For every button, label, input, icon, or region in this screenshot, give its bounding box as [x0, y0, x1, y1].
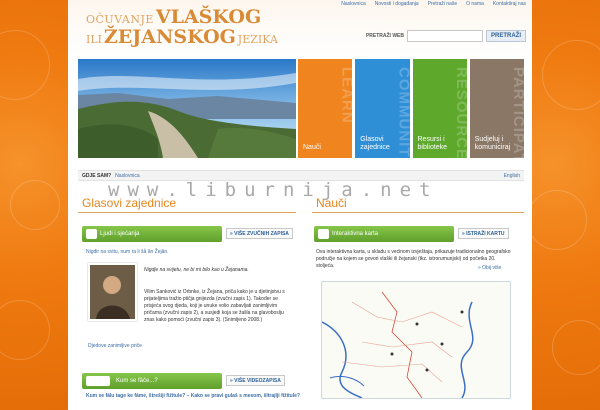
ornament: [10, 180, 60, 230]
portrait-image: [90, 265, 135, 319]
divider: [78, 212, 296, 213]
box-title: Interaktivna karta: [332, 231, 379, 237]
breadcrumb-label: GDJE SAM?: [82, 172, 112, 179]
site-logo-line1[interactable]: OČUVANJE VLAŠKOG: [86, 6, 261, 28]
box-title: Kum se fâče...?: [116, 378, 158, 384]
ornament: [0, 300, 50, 360]
section-tiles: LEARN Nauči COMMUNITY Glasovi zajednice …: [298, 59, 524, 158]
search-bar: PRETRAŽI WEB PRETRAŽI: [366, 30, 526, 42]
site-logo-line2[interactable]: ILI ŽEJANSKOG JEZIKA: [86, 26, 278, 48]
breadcrumb-home-link[interactable]: Naslovnica: [115, 173, 139, 179]
right-orange-background: [527, 0, 600, 410]
people-icon: [86, 229, 97, 239]
tile-label: Glasovi zajednice: [360, 136, 390, 151]
tile-label: Resursi i biblioteke: [417, 136, 448, 151]
quote-text: Nigdje na svijetu, ne bi mi bilo kao u Ž…: [144, 267, 249, 273]
tile-participate[interactable]: PARTICIPATE Sudjeluj i komuniciraj: [469, 59, 524, 158]
nav-home-link[interactable]: Naslovnica: [341, 1, 365, 7]
divider: [312, 212, 524, 213]
tile-watermark: LEARN: [338, 67, 353, 124]
hero-image: [78, 59, 296, 158]
story-text: Vilim Sanković iz Orbnke, iz Žejana, pri…: [144, 289, 285, 323]
box-title: Ljudi i sjećanja: [100, 231, 140, 237]
search-label: PRETRAŽI WEB: [365, 33, 404, 39]
tile-learn[interactable]: LEARN Nauči: [298, 59, 353, 158]
logo-text-small: JEZIKA: [237, 33, 278, 46]
logo-text-small: ILI: [86, 33, 102, 46]
section-title-community: Glasovi zajednice: [82, 196, 177, 210]
landscape-image: [78, 59, 296, 158]
logo-text-large: ŽEJANSKOG: [103, 26, 236, 48]
tile-label: Nauči: [303, 144, 321, 151]
recipe-video-link[interactable]: Kum se fâlu tage ke fâme, štrešiji fižit…: [86, 393, 300, 400]
tile-community[interactable]: COMMUNITY Glasovi zajednice: [355, 59, 410, 158]
search-input[interactable]: [407, 30, 483, 42]
ornament: [552, 320, 600, 375]
video-section-header[interactable]: Kum se fâče...?: [82, 373, 222, 389]
interactive-map[interactable]: [321, 281, 511, 399]
nav-search-link[interactable]: Pretraži naše: [428, 1, 457, 7]
nav-news-link[interactable]: Novosti i događanja: [375, 1, 419, 7]
section-title-learn: Nauči: [316, 196, 347, 210]
people-memories-header[interactable]: Ljudi i sjećanja: [82, 226, 222, 242]
map-icon: [318, 229, 329, 239]
more-videos-button[interactable]: » VIŠE VIDEOZAPISA: [226, 375, 285, 386]
interactive-map-header[interactable]: Interaktivna karta: [314, 226, 454, 242]
nav-contact-link[interactable]: Kontaktiraj nas: [493, 1, 526, 7]
portrait-photo: [88, 263, 137, 321]
nav-about-link[interactable]: O nama: [466, 1, 484, 7]
logo-text-large: VLAŠKOG: [155, 6, 262, 28]
video-play-icon: [86, 376, 110, 386]
tile-resources[interactable]: RESOURCES Resursi i biblioteke: [412, 59, 467, 158]
page-content: OČUVANJE VLAŠKOG ILI ŽEJANSKOG JEZIKA Na…: [68, 0, 532, 410]
search-button[interactable]: PRETRAŽI: [486, 30, 526, 42]
tile-label: Sudjeluj i komuniciraj: [474, 136, 511, 151]
map-image: [321, 282, 510, 399]
more-audio-button[interactable]: » VIŠE ZVUČNIH ZAPISA: [226, 228, 293, 239]
header: OČUVANJE VLAŠKOG ILI ŽEJANSKOG JEZIKA Na…: [68, 0, 532, 56]
language-switch-link[interactable]: English: [504, 173, 520, 179]
logo-text-small: OČUVANJE: [86, 13, 154, 26]
explore-map-button[interactable]: » ISTRAŽI KARTU: [458, 228, 509, 239]
top-navigation: Naslovnica Novosti i događanja Pretraži …: [341, 1, 526, 7]
ornament: [542, 40, 600, 110]
left-orange-background: [0, 0, 68, 410]
grandfather-stories-link[interactable]: Djedove zanimljive priče: [88, 343, 142, 350]
ornament: [527, 190, 587, 250]
intro-link[interactable]: Nigdir na svitu, num ra li šå ân Žejân.: [86, 249, 286, 256]
read-more-link[interactable]: » Obij više: [478, 265, 501, 272]
ornament: [0, 30, 50, 100]
